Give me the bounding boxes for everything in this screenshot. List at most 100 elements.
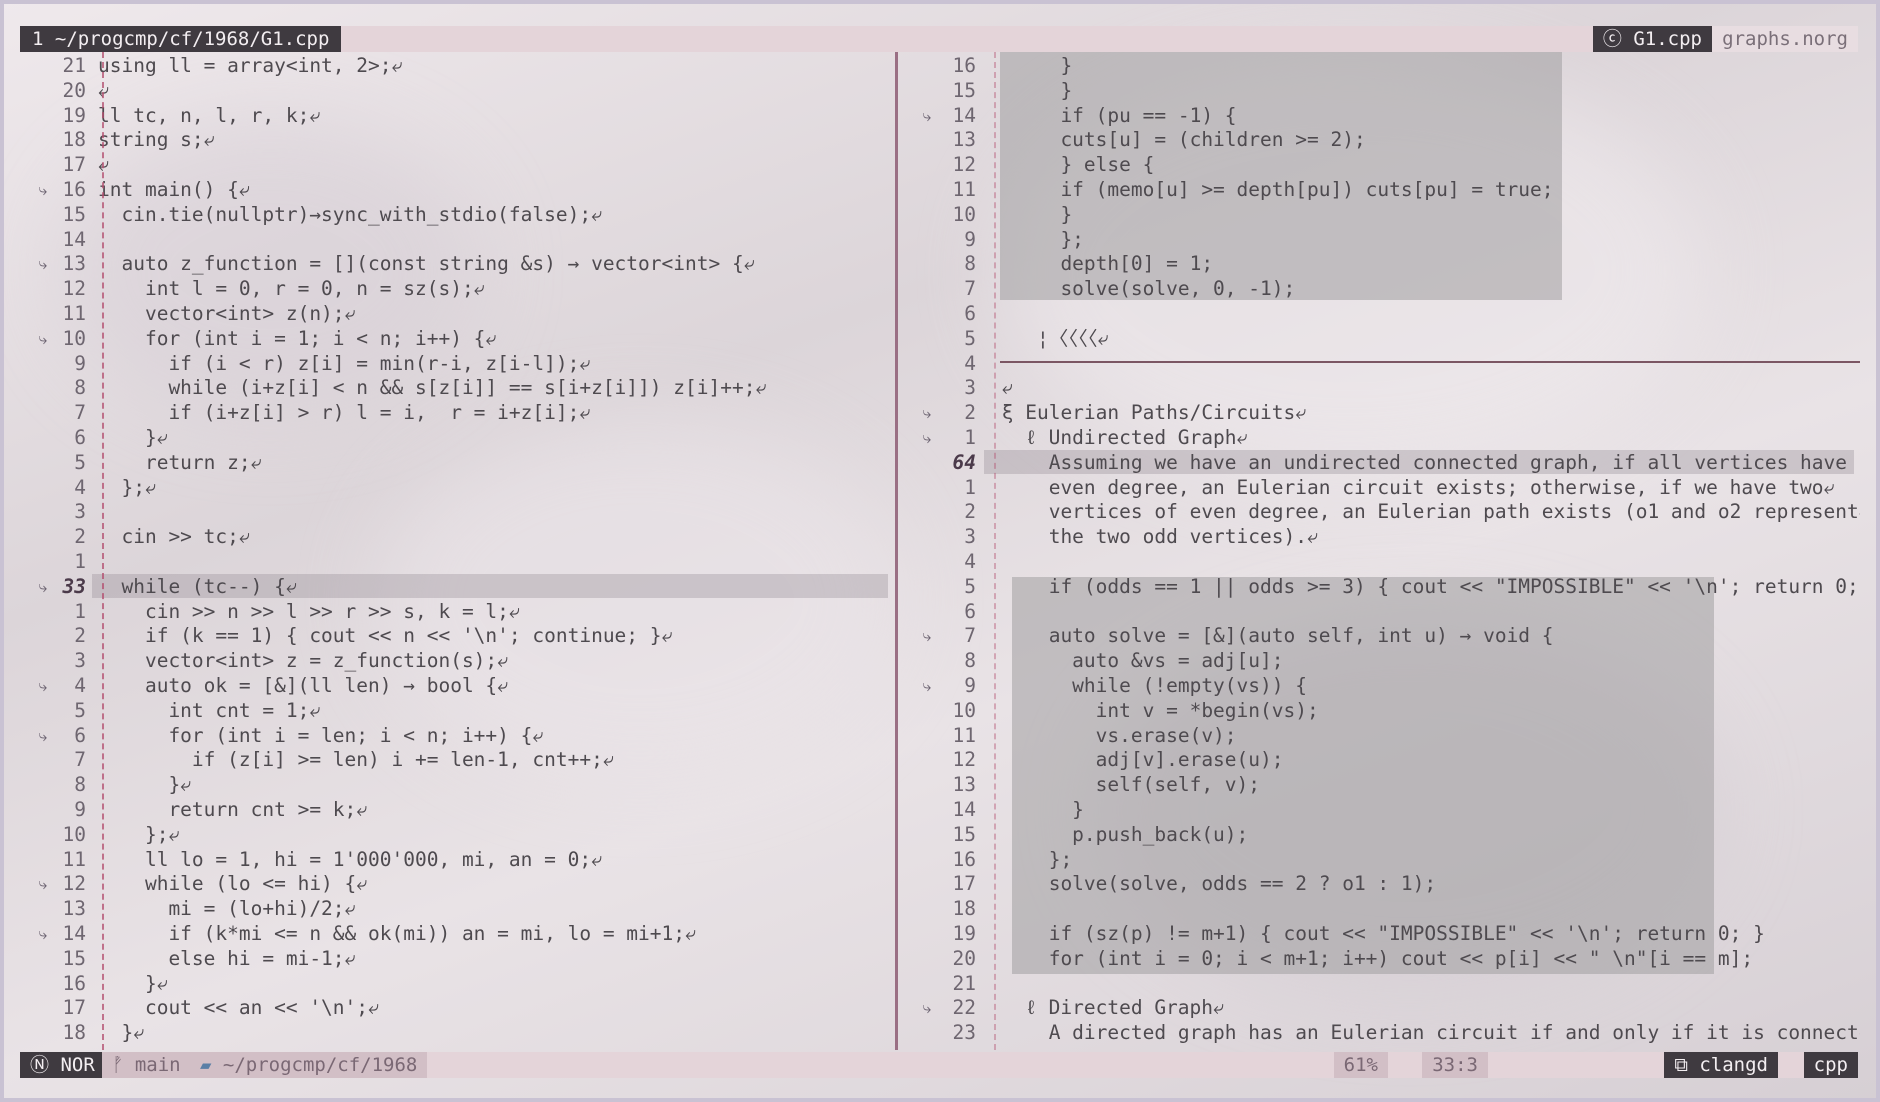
- code-text[interactable]: string s;⤶: [98, 127, 215, 152]
- code-text[interactable]: A directed graph has an Eulerian circuit…: [990, 1020, 1860, 1045]
- code-text[interactable]: auto z_function = [](const string &s) → …: [98, 251, 754, 276]
- code-line[interactable]: 8 auto &vs = adj[u];: [900, 648, 1860, 673]
- code-text[interactable]: auto ok = [&](ll len) → bool {⤶: [98, 673, 508, 698]
- code-text[interactable]: if (z[i] >= len) i += len-1, cnt++;⤶: [98, 747, 614, 772]
- code-text[interactable]: vs.erase(v);: [990, 723, 1237, 748]
- code-line[interactable]: ⤷ 4 auto ok = [&](ll len) → bool {⤶: [20, 673, 894, 698]
- code-text[interactable]: return z;⤶: [98, 450, 262, 475]
- code-line[interactable]: 21 using ll = array<int, 2>;⤶: [20, 53, 894, 78]
- other-file-tab[interactable]: graphs.norg: [1712, 26, 1858, 52]
- code-line[interactable]: 6 }⤶: [20, 425, 894, 450]
- code-line[interactable]: 3: [20, 499, 894, 524]
- code-text[interactable]: depth[0] = 1;: [990, 251, 1213, 276]
- code-line[interactable]: 4 };⤶: [20, 475, 894, 500]
- code-text[interactable]: }: [990, 78, 1072, 103]
- code-text[interactable]: using ll = array<int, 2>;⤶: [98, 53, 402, 78]
- code-text[interactable]: ¦〈〈〈〈⤶: [990, 326, 1108, 351]
- code-line[interactable]: 5 ¦〈〈〈〈⤶: [900, 326, 1860, 351]
- code-text[interactable]: return cnt >= k;⤶: [98, 797, 367, 822]
- code-text[interactable]: vertices of even degree, an Eulerian pat…: [990, 499, 1860, 524]
- cwd[interactable]: ▰ ~/progcmp/cf/1968: [190, 1052, 428, 1078]
- code-line[interactable]: 12 int l = 0, r = 0, n = sz(s);⤶: [20, 276, 894, 301]
- code-line[interactable]: 11 ll lo = 1, hi = 1'000'000, mi, an = 0…: [20, 847, 894, 872]
- code-text[interactable]: self(self, v);: [990, 772, 1260, 797]
- code-text[interactable]: ℓ Undirected Graph⤶: [990, 425, 1247, 450]
- code-line[interactable]: 4: [900, 549, 1860, 574]
- code-text[interactable]: while (tc--) {⤶: [98, 574, 296, 599]
- code-text[interactable]: if (odds == 1 || odds >= 3) { cout << "I…: [990, 574, 1860, 599]
- code-line[interactable]: 9 return cnt >= k;⤶: [20, 797, 894, 822]
- left-editor-pane[interactable]: 21 using ll = array<int, 2>;⤶ 20 ⤶ 19 ll tc, …: [20, 52, 894, 1050]
- code-text[interactable]: int v = *begin(vs);: [990, 698, 1319, 723]
- code-text[interactable]: }: [990, 797, 1084, 822]
- code-text[interactable]: vector<int> z(n);⤶: [98, 301, 356, 326]
- code-line[interactable]: 16 }: [900, 53, 1860, 78]
- code-line[interactable]: 17 cout << an << '\n';⤶: [20, 995, 894, 1020]
- code-text[interactable]: };⤶: [98, 475, 155, 500]
- code-text[interactable]: cuts[u] = (children >= 2);: [990, 127, 1365, 152]
- code-line[interactable]: 3 ⤶: [900, 375, 1860, 400]
- code-line[interactable]: 15 p.push_back(u);: [900, 822, 1860, 847]
- code-text[interactable]: solve(solve, 0, -1);: [990, 276, 1295, 301]
- code-text[interactable]: };: [990, 847, 1073, 872]
- code-line[interactable]: 17 ⤶: [20, 152, 894, 177]
- code-line[interactable]: 13 cuts[u] = (children >= 2);: [900, 127, 1860, 152]
- code-text[interactable]: } else {: [990, 152, 1154, 177]
- code-line[interactable]: 18: [900, 896, 1860, 921]
- code-line[interactable]: 1 cin >> n >> l >> r >> s, k = l;⤶: [20, 599, 894, 624]
- code-line[interactable]: ⤷ 33 while (tc--) {⤶: [20, 574, 894, 599]
- code-line[interactable]: 19 if (sz(p) != m+1) { cout << "IMPOSSIB…: [900, 921, 1860, 946]
- file-tab[interactable]: ⓒ G1.cpp: [1592, 26, 1712, 52]
- code-text[interactable]: }: [990, 202, 1072, 227]
- code-line[interactable]: 15 else hi = mi-1;⤶: [20, 946, 894, 971]
- code-text[interactable]: ll tc, n, l, r, k;⤶: [98, 103, 320, 128]
- code-text[interactable]: if (memo[u] >= depth[pu]) cuts[pu] = tru…: [990, 177, 1553, 202]
- code-text[interactable]: }⤶: [98, 1020, 144, 1045]
- code-line[interactable]: 3 vector<int> z = z_function(s);⤶: [20, 648, 894, 673]
- code-text[interactable]: if (i < r) z[i] = min(r-i, z[i-l]);⤶: [98, 351, 590, 376]
- git-branch[interactable]: ᚡ main: [102, 1052, 191, 1078]
- code-text[interactable]: int main() {⤶: [98, 177, 250, 202]
- code-text[interactable]: auto solve = [&](auto self, int u) → voi…: [990, 623, 1554, 648]
- code-text[interactable]: if (pu == -1) {: [990, 103, 1236, 128]
- code-text[interactable]: if (k == 1) { cout << n << '\n'; continu…: [98, 623, 673, 648]
- code-line[interactable]: 18 string s;⤶: [20, 127, 894, 152]
- code-line[interactable]: 64 Assuming we have an undirected connec…: [900, 450, 1860, 475]
- code-line[interactable]: ⤷ 14 if (pu == -1) {: [900, 103, 1860, 128]
- code-line[interactable]: 23 A directed graph has an Eulerian circ…: [900, 1020, 1860, 1045]
- code-line[interactable]: 14 }: [900, 797, 1860, 822]
- code-text[interactable]: auto &vs = adj[u];: [990, 648, 1283, 673]
- code-text[interactable]: while (lo <= hi) {⤶: [98, 871, 367, 896]
- code-text[interactable]: while (!empty(vs)) {: [990, 673, 1307, 698]
- code-line[interactable]: 20 for (int i = 0; i < m+1; i++) cout <<…: [900, 946, 1860, 971]
- code-line[interactable]: ⤷ 6 for (int i = len; i < n; i++) {⤶: [20, 723, 894, 748]
- code-line[interactable]: 18 }⤶: [20, 1020, 894, 1045]
- code-line[interactable]: 20 ⤶: [20, 78, 894, 103]
- code-line[interactable]: ⤷ 13 auto z_function = [](const string &s…: [20, 251, 894, 276]
- code-text[interactable]: };: [990, 227, 1083, 252]
- code-text[interactable]: int cnt = 1;⤶: [98, 698, 320, 723]
- code-text[interactable]: mi = (lo+hi)/2;⤶: [98, 896, 355, 921]
- code-text[interactable]: };⤶: [98, 822, 179, 847]
- code-line[interactable]: ⤷ 7 auto solve = [&](auto self, int u) → …: [900, 623, 1860, 648]
- code-line[interactable]: 3 the two odd vertices).⤶: [900, 524, 1860, 549]
- code-line[interactable]: ⤷ 10 for (int i = 1; i < n; i++) {⤶: [20, 326, 894, 351]
- code-text[interactable]: even degree, an Eulerian circuit exists;…: [990, 475, 1835, 500]
- code-line[interactable]: 11 vs.erase(v);: [900, 723, 1860, 748]
- code-line[interactable]: 8 while (i+z[i] < n && s[z[i]] == s[i+z[…: [20, 375, 894, 400]
- code-line[interactable]: 1: [20, 549, 894, 574]
- code-line[interactable]: 16 };: [900, 847, 1860, 872]
- code-line[interactable]: 19 ll tc, n, l, r, k;⤶: [20, 103, 894, 128]
- code-line[interactable]: 4: [900, 351, 1860, 376]
- buffer-tab[interactable]: 1 ~/progcmp/cf/1968/G1.cpp: [20, 26, 342, 52]
- code-line[interactable]: 1 even degree, an Eulerian circuit exist…: [900, 475, 1860, 500]
- code-text[interactable]: ll lo = 1, hi = 1'000'000, mi, an = 0;⤶: [98, 847, 602, 872]
- code-line[interactable]: 11 if (memo[u] >= depth[pu]) cuts[pu] = …: [900, 177, 1860, 202]
- code-line[interactable]: 5 int cnt = 1;⤶: [20, 698, 894, 723]
- code-line[interactable]: ⤷ 14 if (k*mi <= n && ok(mi)) an = mi, lo…: [20, 921, 894, 946]
- code-line[interactable]: 12 } else {: [900, 152, 1860, 177]
- code-text[interactable]: cin >> n >> l >> r >> s, k = l;⤶: [98, 599, 520, 624]
- right-editor-pane[interactable]: 16 } 15 } ⤷ 14 if (pu == -1) {13 cuts[u] = …: [900, 52, 1860, 1050]
- code-line[interactable]: ⤷ 2 ξ Eulerian Paths/Circuits⤶: [900, 400, 1860, 425]
- code-text[interactable]: ξ Eulerian Paths/Circuits⤶: [990, 400, 1306, 425]
